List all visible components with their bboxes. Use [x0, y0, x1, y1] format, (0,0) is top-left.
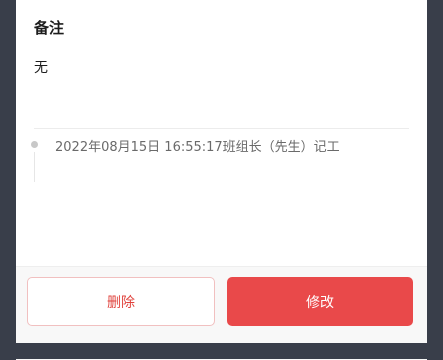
edit-button[interactable]: 修改	[227, 277, 413, 326]
bottom-strip	[0, 343, 443, 359]
divider	[34, 128, 409, 129]
log-entry: 2022年08月15日 16:55:17班组长（先生）记工	[55, 140, 340, 155]
timeline-dot-icon	[31, 141, 38, 148]
remark-value: 无	[34, 60, 48, 76]
detail-panel: 备注 无 2022年08月15日 16:55:17班组长（先生）记工 删除 修改	[16, 0, 427, 360]
timeline-line	[34, 152, 35, 182]
remark-title: 备注	[34, 19, 65, 37]
delete-button[interactable]: 删除	[27, 277, 215, 326]
